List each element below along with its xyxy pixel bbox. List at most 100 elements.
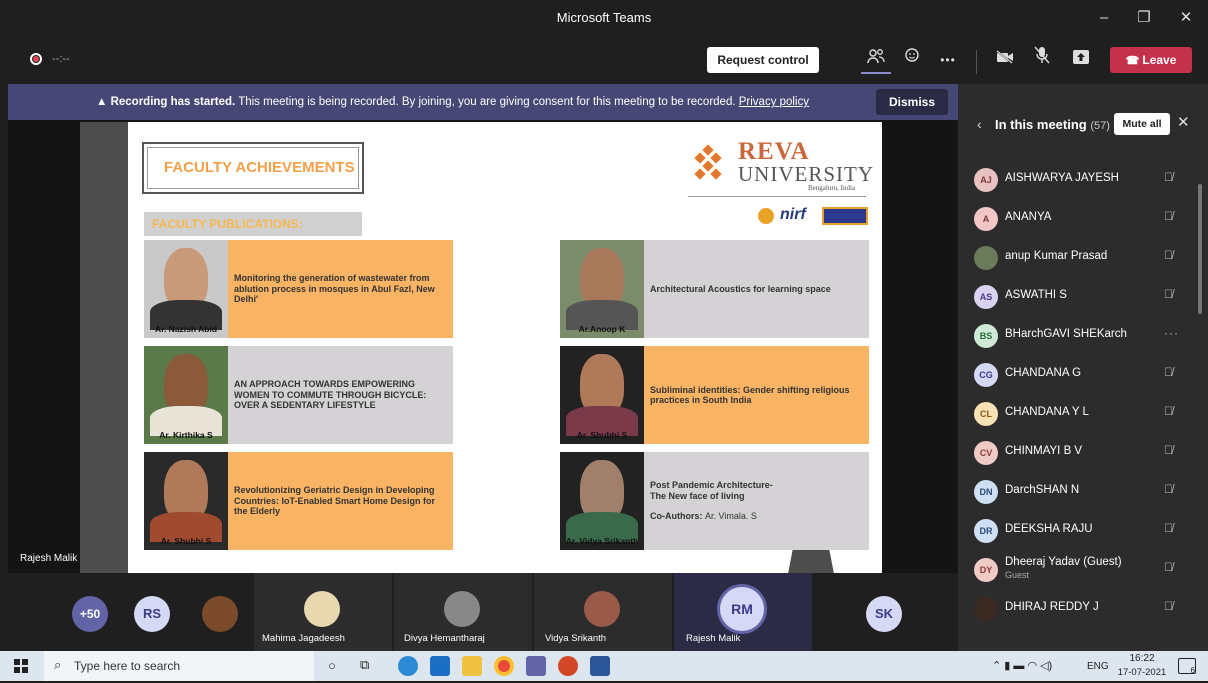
faculty-name: Ar. Nazish Abid — [154, 324, 218, 334]
participant-count: (57) — [1090, 120, 1110, 132]
co-authors-label: Co-Authors: — [650, 511, 703, 522]
avatar: DR — [974, 519, 998, 543]
chrome-icon[interactable] — [494, 656, 514, 676]
cortana-icon[interactable]: ○ — [328, 658, 336, 673]
participant-row[interactable]: DHIRAJ REDDY J 🎙̸ — [958, 589, 1194, 628]
emblem-icon — [758, 208, 774, 224]
task-view-icon[interactable]: ⧉ — [360, 657, 369, 673]
gauge-logo-icon — [822, 207, 868, 225]
publication-title: Revolutionizing Geriatric Design in Deve… — [228, 452, 453, 550]
more-options-icon[interactable]: ••• — [933, 46, 963, 74]
powerpoint-icon[interactable] — [558, 656, 578, 676]
language-indicator[interactable]: ENG — [1087, 661, 1109, 672]
mute-all-button[interactable]: Mute all — [1114, 113, 1170, 135]
participant-row[interactable]: BS BHarchGAVI SHEKarch ··· — [958, 316, 1194, 355]
maximize-button[interactable]: ❐ — [1124, 0, 1164, 36]
participant-name: Dheeraj Yadav (Guest) — [1005, 556, 1122, 568]
mail-icon[interactable] — [430, 656, 450, 676]
slide-subheading: FACULTY PUBLICATIONS: — [144, 212, 362, 236]
participant-row[interactable]: CL CHANDANA Y L 🎙̸ — [958, 394, 1194, 433]
participant-role: Guest — [1005, 570, 1030, 580]
recording-banner: ▲ Recording has started. This meeting is… — [8, 84, 958, 120]
clock-time[interactable]: 16:22 — [1117, 653, 1167, 664]
tray-icons[interactable]: ⌃ ▮ ▬ ◠ ◁) — [992, 659, 1052, 672]
word-icon[interactable] — [590, 656, 610, 676]
avatar-photo — [974, 246, 998, 270]
mic-off-icon: 🎙̸ — [1164, 248, 1173, 262]
participant-name: DHIRAJ REDDY J — [1005, 601, 1099, 613]
camera-off-icon[interactable] — [990, 46, 1020, 74]
chevron-left-icon[interactable]: ‹ — [977, 116, 982, 132]
avatar: RM — [720, 587, 764, 631]
publication-card: Monitoring the generation of wastewater … — [144, 240, 453, 338]
faculty-name: Ar.Anoop K — [578, 324, 626, 334]
participant-row[interactable]: CG CHANDANA G 🎙̸ — [958, 355, 1194, 394]
participants-icon[interactable] — [861, 46, 891, 74]
banner-bold-text: Recording has started. — [110, 96, 236, 108]
participant-row[interactable]: anup Kumar Prasad 🎙̸ — [958, 238, 1194, 277]
mic-off-icon: 🎙̸ — [1164, 404, 1173, 418]
logo-location-text: Bengaluru, India — [808, 184, 856, 192]
avatar: CG — [974, 363, 998, 387]
panel-scrollbar[interactable] — [1198, 184, 1202, 314]
minimize-button[interactable]: – — [1084, 0, 1124, 36]
participant-row[interactable]: A ANANYA 🎙̸ — [958, 199, 1194, 238]
publication-title: Post Pandemic Architecture- The New face… — [650, 480, 773, 501]
clock-date[interactable]: 17-07-2021 — [1112, 667, 1172, 678]
teams-icon[interactable] — [526, 656, 546, 676]
avatar: SK — [866, 596, 902, 632]
taskbar-search-input[interactable]: ⌕ Type here to search — [44, 651, 314, 681]
participant-row[interactable]: CV CHINMAYI B V 🎙̸ — [958, 433, 1194, 472]
notification-center-icon[interactable]: 6 — [1178, 658, 1196, 675]
close-panel-icon[interactable]: ✕ — [1177, 113, 1190, 131]
leave-button[interactable]: ☎ Leave — [1110, 47, 1192, 73]
warning-icon: ▲ — [96, 96, 111, 108]
avatar-photo — [974, 597, 998, 621]
mic-off-icon: 🎙̸ — [1164, 521, 1173, 535]
avatar: A — [974, 207, 998, 231]
edge-icon[interactable] — [398, 656, 418, 676]
request-control-button[interactable]: Request control — [707, 47, 819, 73]
avatar: CL — [974, 402, 998, 426]
participant-row[interactable]: DN DarchSHAN N 🎙̸ — [958, 472, 1194, 511]
avatar: BS — [974, 324, 998, 348]
slide-side-bar — [80, 122, 128, 573]
windows-start-icon[interactable] — [14, 659, 28, 673]
avatar-photo — [584, 591, 620, 627]
phone-icon: ☎ — [1125, 55, 1143, 67]
search-placeholder: Type here to search — [74, 659, 181, 673]
mic-off-icon: 🎙̸ — [1164, 170, 1173, 184]
notification-count: 6 — [1190, 666, 1195, 675]
tile-name: Divya Hemantharaj — [404, 633, 485, 644]
file-explorer-icon[interactable] — [462, 656, 482, 676]
privacy-policy-link[interactable]: Privacy policy — [739, 96, 809, 108]
banner-text: This meeting is being recorded. By joini… — [238, 96, 736, 108]
window-title: Microsoft Teams — [556, 10, 652, 25]
participant-row[interactable]: AJ AISHWARYA JAYESH 🎙̸ — [958, 160, 1194, 199]
presentation-slide: FACULTY ACHIEVEMENTS FACULTY PUBLICATION… — [128, 122, 882, 573]
participant-row[interactable]: DR DEEKSHA RAJU 🎙̸ — [958, 511, 1194, 550]
close-button[interactable]: ✕ — [1166, 0, 1206, 36]
mic-off-icon: 🎙̸ — [1164, 482, 1173, 496]
publication-card: AN APPROACH TOWARDS EMPOWERING WOMEN TO … — [144, 346, 453, 444]
mic-off-icon: 🎙̸ — [1164, 365, 1173, 379]
reactions-icon[interactable] — [897, 46, 927, 74]
meeting-timer: --:-- — [52, 53, 70, 65]
participant-row[interactable]: AS ASWATHI S 🎙̸ — [958, 277, 1194, 316]
avatar: CV — [974, 441, 998, 465]
avatar: RS — [134, 596, 170, 632]
overflow-participants-button[interactable]: +50 — [72, 596, 108, 632]
avatar: AS — [974, 285, 998, 309]
mic-off-icon: 🎙̸ — [1164, 443, 1173, 457]
more-options-icon[interactable]: ··· — [1164, 326, 1179, 340]
participant-row[interactable]: DY Dheeraj Yadav (Guest) Guest 🎙̸ — [958, 550, 1194, 589]
faculty-name: Ar. Kirthika S — [159, 430, 213, 440]
dismiss-button[interactable]: Dismiss — [876, 89, 948, 115]
share-screen-icon[interactable] — [1066, 46, 1096, 74]
search-icon: ⌕ — [54, 657, 62, 672]
mic-off-icon: 🎙̸ — [1164, 599, 1173, 613]
logo-divider — [688, 196, 866, 197]
panel-title-text: In this meeting — [995, 117, 1087, 132]
mic-off-icon[interactable] — [1027, 46, 1057, 74]
mic-off-icon: 🎙̸ — [1164, 287, 1173, 301]
